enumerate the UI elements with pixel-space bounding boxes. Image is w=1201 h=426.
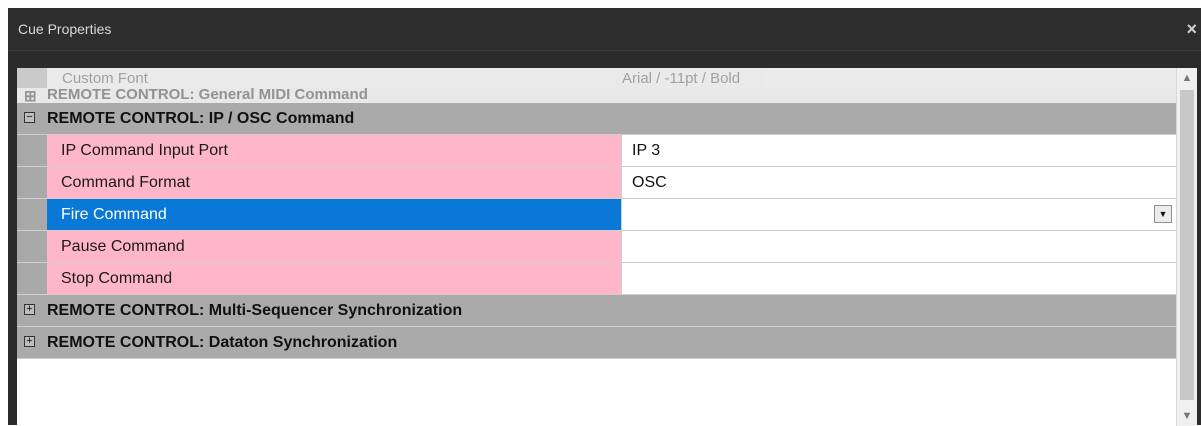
- row-gutter: [17, 231, 47, 262]
- category-general-midi[interactable]: ⊞ REMOTE CONTROL: General MIDI Command: [17, 88, 1176, 103]
- cue-properties-window: Cue Properties × Custom Font Arial / -11…: [8, 8, 1201, 426]
- vertical-scrollbar[interactable]: ▲ ▼: [1176, 68, 1197, 426]
- property-name[interactable]: Command Format: [47, 167, 622, 198]
- row-gutter: [17, 135, 47, 166]
- close-icon[interactable]: ×: [1186, 20, 1197, 38]
- property-row-pause-command[interactable]: Pause Command: [17, 231, 1176, 263]
- scrollbar-thumb[interactable]: [1180, 90, 1194, 400]
- category-label: REMOTE CONTROL: Multi-Sequencer Synchron…: [47, 302, 463, 319]
- minus-box-icon[interactable]: −: [24, 112, 35, 123]
- plus-box-icon[interactable]: +: [24, 336, 35, 347]
- property-value[interactable]: [622, 263, 1176, 294]
- category-label: REMOTE CONTROL: Dataton Synchronization: [47, 334, 398, 351]
- row-gutter: [17, 68, 47, 88]
- property-row-stop-command[interactable]: Stop Command: [17, 263, 1176, 295]
- property-grid: Custom Font Arial / -11pt / Bold ⊞ REMOT…: [17, 68, 1176, 426]
- property-name[interactable]: Pause Command: [47, 231, 622, 262]
- chevron-down-icon[interactable]: ▼: [1154, 205, 1172, 223]
- chevron-down-icon[interactable]: ▼: [1177, 406, 1197, 426]
- property-name[interactable]: Fire Command: [47, 199, 622, 230]
- row-gutter: [17, 263, 47, 294]
- property-name[interactable]: Stop Command: [47, 263, 622, 294]
- category-label: REMOTE CONTROL: IP / OSC Command: [47, 110, 355, 127]
- category-dataton[interactable]: + REMOTE CONTROL: Dataton Synchronizatio…: [17, 327, 1176, 359]
- category-ip-osc[interactable]: − REMOTE CONTROL: IP / OSC Command: [17, 103, 1176, 135]
- window-title: Cue Properties: [18, 21, 112, 37]
- plus-box-icon[interactable]: ⊞: [24, 88, 37, 103]
- category-multi-sequencer[interactable]: + REMOTE CONTROL: Multi-Sequencer Synchr…: [17, 295, 1176, 327]
- category-label: REMOTE CONTROL: General MIDI Command: [47, 88, 368, 103]
- custom-font-value: Arial / -11pt / Bold: [622, 70, 741, 87]
- property-value[interactable]: IP 3: [622, 135, 1176, 166]
- property-value[interactable]: OSC: [622, 167, 1176, 198]
- property-name[interactable]: IP Command Input Port: [47, 135, 622, 166]
- custom-font-row[interactable]: Custom Font Arial / -11pt / Bold: [17, 68, 1176, 88]
- row-gutter: [17, 167, 47, 198]
- fire-command-dropdown[interactable]: ▼: [622, 199, 1176, 230]
- plus-box-icon[interactable]: +: [24, 304, 35, 315]
- row-gutter: [17, 199, 47, 230]
- title-bar: Cue Properties ×: [8, 8, 1201, 51]
- custom-font-label: Custom Font: [62, 70, 148, 87]
- property-row-ip-input-port[interactable]: IP Command Input Port IP 3: [17, 135, 1176, 167]
- property-row-fire-command[interactable]: Fire Command ▼: [17, 199, 1176, 231]
- property-row-command-format[interactable]: Command Format OSC: [17, 167, 1176, 199]
- property-value[interactable]: [622, 231, 1176, 262]
- chevron-up-icon[interactable]: ▲: [1177, 68, 1197, 88]
